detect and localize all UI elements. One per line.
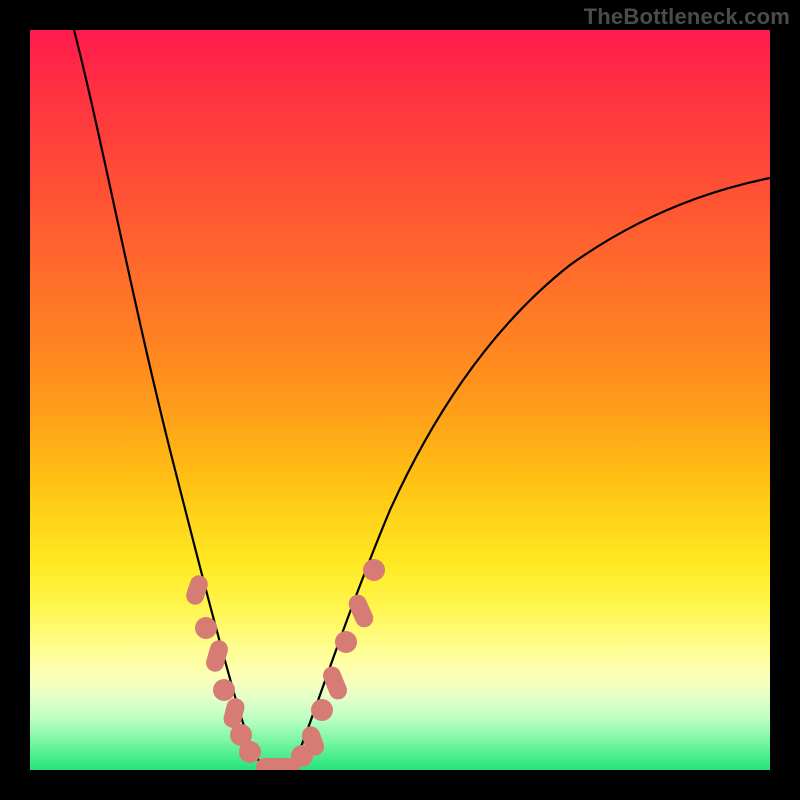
marker-dot: [335, 631, 357, 653]
frame-border: TheBottleneck.com: [0, 0, 800, 800]
marker-dot: [239, 741, 261, 763]
plot-area: [30, 30, 770, 770]
marker-dot: [184, 573, 210, 607]
marker-dot: [195, 617, 217, 639]
watermark-text: TheBottleneck.com: [584, 4, 790, 30]
marker-dot: [213, 679, 235, 701]
marker-dot: [363, 559, 385, 581]
curve-layer: [30, 30, 770, 770]
curve-right-arm: [292, 178, 770, 768]
marker-dot: [311, 699, 333, 721]
curve-left-arm: [74, 30, 264, 768]
